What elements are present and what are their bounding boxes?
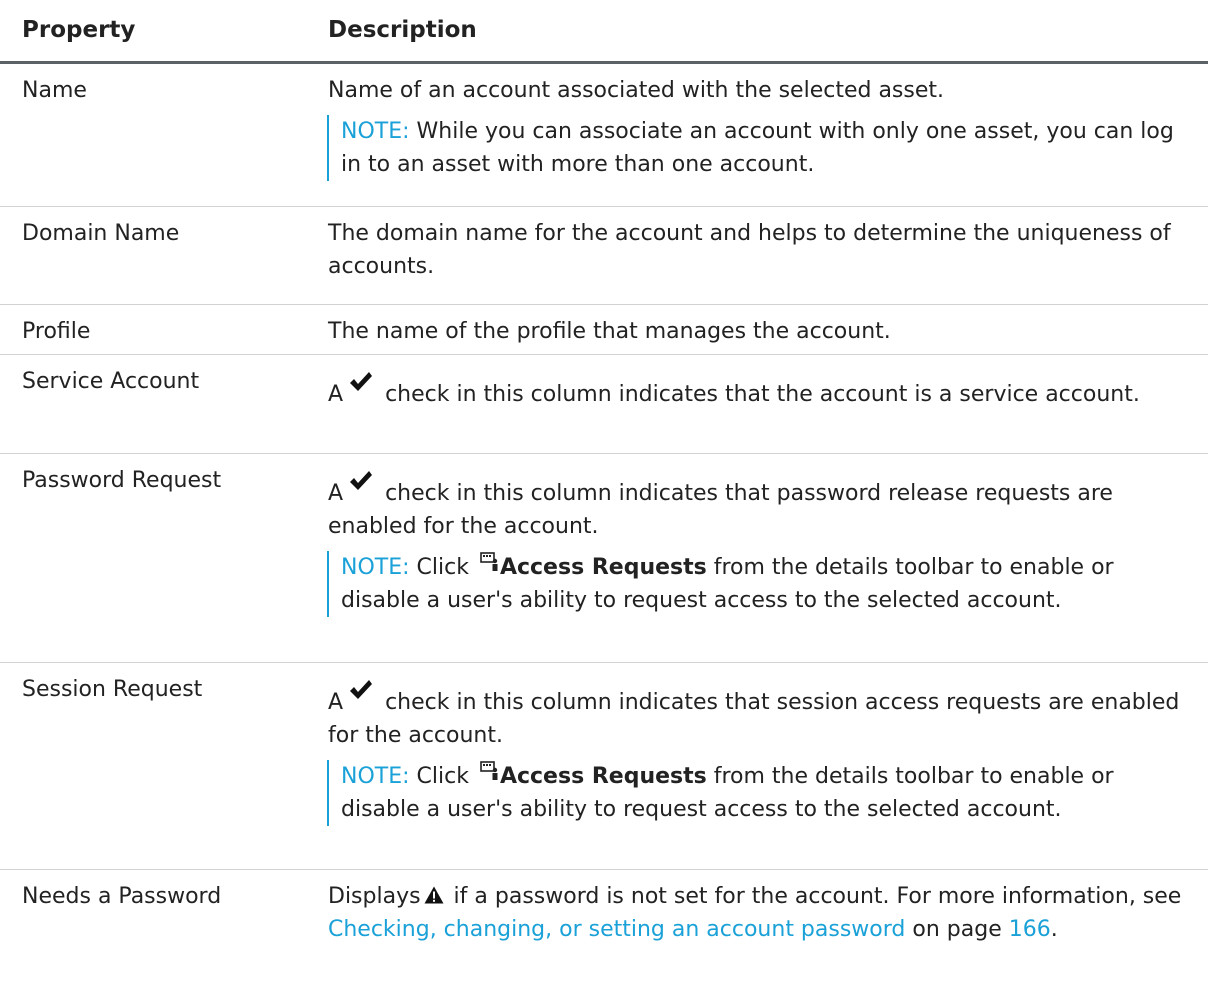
table-row: Domain Name The domain name for the acco… <box>0 207 1208 305</box>
property-name: Domain Name <box>22 221 180 246</box>
description-text: Name of an account associated with the s… <box>328 78 945 103</box>
property-name: Session Request <box>22 677 203 702</box>
note: NOTE: While you can associate an account… <box>327 115 1188 181</box>
description-cell: Acheck in this column indicates that pas… <box>327 454 1208 662</box>
description-end: . <box>1050 917 1058 942</box>
description-between: on page <box>905 917 1009 942</box>
property-table: Property Description Name Name of an acc… <box>0 0 1208 989</box>
access-requests-icon <box>480 552 500 572</box>
table-row: Needs a Password Displays if a password … <box>0 870 1208 989</box>
access-requests-label: Access Requests <box>499 764 707 789</box>
header-description: Description <box>328 17 477 43</box>
access-requests-label: Access Requests <box>499 555 707 580</box>
description-cell: The name of the profile that manages the… <box>328 305 1208 354</box>
note: NOTE: Click Access Requests from the det… <box>327 760 1188 826</box>
table-row: Session Request Acheck in this column in… <box>0 663 1208 870</box>
note: NOTE: Click Access Requests from the det… <box>327 551 1188 617</box>
note-label: NOTE: <box>341 764 410 789</box>
description-suffix: check in this column indicates that pass… <box>328 481 1113 539</box>
description-suffix: check in this column indicates that sess… <box>328 690 1180 748</box>
property-name: Needs a Password <box>22 884 222 909</box>
note-text-before: Click <box>409 764 476 789</box>
description-text: The domain name for the account and help… <box>328 221 1171 279</box>
property-name: Password Request <box>22 468 222 493</box>
description-cell: Name of an account associated with the s… <box>327 64 1208 206</box>
note-label: NOTE: <box>341 119 410 144</box>
header-property: Property <box>22 17 136 43</box>
note-label: NOTE: <box>341 555 410 580</box>
description-cell: Acheck in this column indicates that ses… <box>327 663 1208 869</box>
description-prefix: A <box>328 481 344 506</box>
description-text: Acheck in this column indicates that ses… <box>328 673 1188 752</box>
note-text-before: Click <box>409 555 476 580</box>
checkmark-icon <box>349 470 373 492</box>
checkmark-icon <box>349 371 373 393</box>
description-text: The name of the profile that manages the… <box>328 319 891 344</box>
property-name: Service Account <box>22 369 200 394</box>
description-suffix: check in this column indicates that the … <box>385 382 1140 407</box>
table-header: Property Description <box>0 0 1208 64</box>
note-text: While you can associate an account with … <box>341 119 1174 177</box>
checkmark-icon <box>349 679 373 701</box>
table-row: Service Account Acheck in this column in… <box>0 355 1208 454</box>
description-prefix: Displays <box>328 884 421 909</box>
description-middle: if a password is not set for the account… <box>446 884 1182 909</box>
property-name: Name <box>22 78 87 103</box>
description-cell: The domain name for the account and help… <box>328 207 1208 304</box>
table-row: Password Request Acheck in this column i… <box>0 454 1208 663</box>
description-cell: Acheck in this column indicates that the… <box>328 355 1208 453</box>
table-row: Name Name of an account associated with … <box>0 64 1208 207</box>
description-prefix: A <box>328 382 344 407</box>
description-text: Acheck in this column indicates that pas… <box>328 464 1188 543</box>
property-name: Profile <box>22 319 91 344</box>
description-prefix: A <box>328 690 344 715</box>
warning-triangle-icon <box>424 886 444 904</box>
page-number-link[interactable]: 166 <box>1009 917 1051 942</box>
description-cell: Displays if a password is not set for th… <box>328 870 1208 989</box>
password-help-link[interactable]: Checking, changing, or setting an accoun… <box>328 917 905 942</box>
table-row: Profile The name of the profile that man… <box>0 305 1208 355</box>
access-requests-icon <box>480 761 500 781</box>
description-text: Acheck in this column indicates that the… <box>328 365 1188 411</box>
description-text: Displays if a password is not set for th… <box>328 880 1188 946</box>
